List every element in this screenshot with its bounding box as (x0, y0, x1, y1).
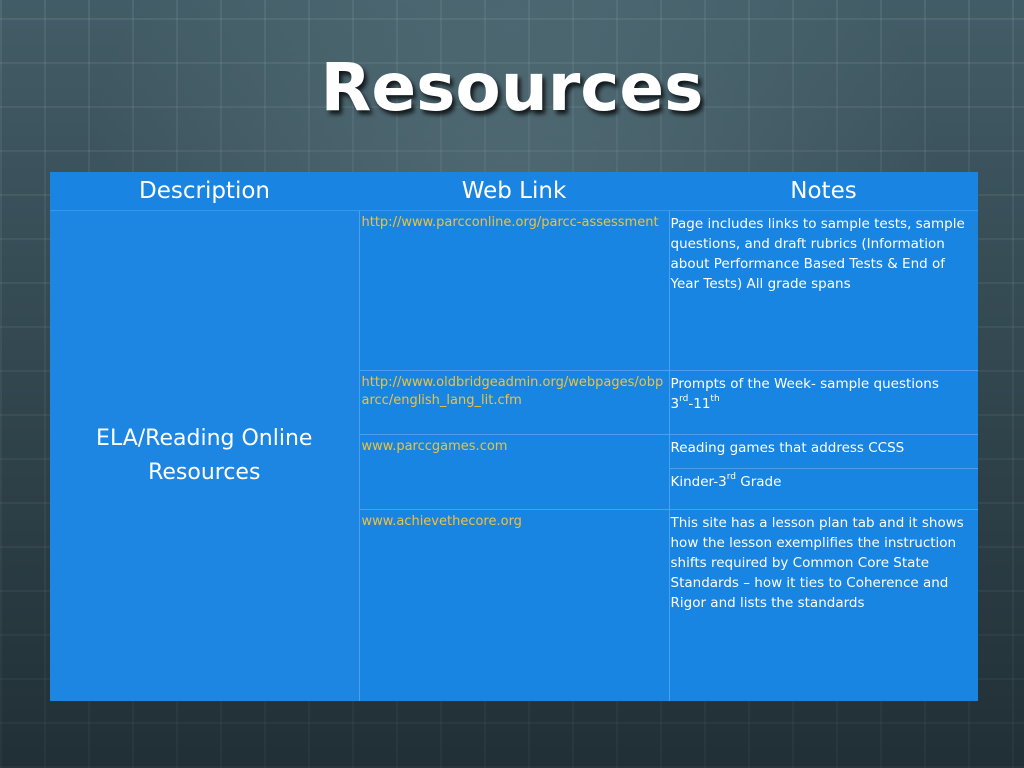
note-grade-suffix: Grade (735, 474, 782, 491)
web-link-parcconline[interactable]: http://www.parcconline.org/parcc-assessm… (358, 209, 669, 371)
web-link-oldbridgeadmin[interactable]: http://www.oldbridgeadmin.org/webpages/o… (358, 370, 669, 435)
note-text: Prompts of the Week- sample questions (670, 376, 939, 393)
description-cell: ELA/Reading Online Resources (50, 210, 359, 701)
note-cell: Kinder-3rd Grade (668, 468, 978, 510)
web-link-parccgames[interactable]: www.parccgames.com (358, 434, 669, 510)
table-row: ELA/Reading Online Resources http://www.… (50, 209, 978, 701)
note-grade-sup: rd (726, 472, 736, 483)
note-cell: This site has a lesson plan tab and it s… (668, 509, 978, 701)
note-grade-start: 3 (670, 396, 680, 413)
slide-title: Resources (320, 49, 704, 126)
header-notes: Notes (669, 172, 978, 211)
header-web-link: Web Link (359, 172, 669, 211)
note-grade-start-sup: rd (679, 394, 689, 405)
note-grade-sep: -11 (688, 396, 711, 413)
header-row: Description Web Link Notes (50, 172, 978, 211)
note-cell: Page includes links to sample tests, sam… (668, 209, 978, 371)
resources-table-grid: Description Web Link Notes ELA/Reading O… (50, 172, 978, 701)
header-description: Description (50, 172, 359, 211)
note-grade-end-sup: th (710, 394, 720, 405)
note-grade-prefix: Kinder-3 (670, 474, 727, 491)
note-cell: Prompts of the Week- sample questions 3r… (668, 370, 978, 435)
note-cell: Reading games that address CCSS (668, 434, 978, 469)
web-link-achievethecore[interactable]: www.achievethecore.org (358, 509, 669, 701)
resources-table: Description Web Link Notes ELA/Reading O… (50, 172, 978, 701)
